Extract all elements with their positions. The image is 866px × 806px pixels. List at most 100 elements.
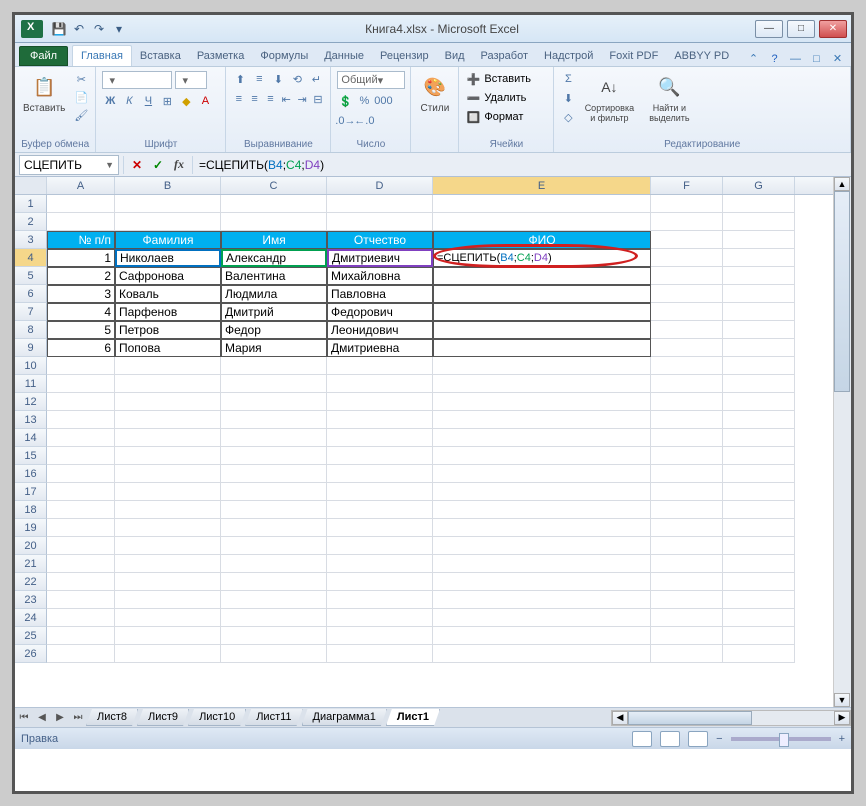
cell-B1[interactable] — [115, 195, 221, 213]
underline-icon[interactable]: Ч — [140, 93, 156, 109]
cell-G4[interactable] — [723, 249, 795, 267]
cells-format-button[interactable]: 🔲Формат — [465, 109, 547, 125]
ribbon-minimize-icon[interactable]: ⌃ — [746, 51, 761, 66]
clear-icon[interactable]: ◇ — [560, 109, 576, 125]
cell-B2[interactable] — [115, 213, 221, 231]
cell-E4[interactable]: =СЦЕПИТЬ(B4;C4;D4) — [433, 249, 651, 267]
redo-icon[interactable]: ↷ — [89, 19, 109, 39]
row-header-7[interactable]: 7 — [15, 303, 47, 321]
v-scroll-thumb[interactable] — [834, 191, 850, 392]
zoom-in-icon[interactable]: + — [839, 733, 845, 745]
zoom-slider[interactable] — [731, 737, 831, 741]
font-size-combo[interactable]: ▾ — [175, 71, 207, 89]
cell-F6[interactable] — [651, 285, 723, 303]
scroll-left-icon[interactable]: ◀ — [612, 711, 628, 725]
decrease-decimal-icon[interactable]: ←.0 — [356, 113, 372, 129]
row-header-17[interactable]: 17 — [15, 483, 47, 501]
comma-icon[interactable]: 000 — [375, 93, 391, 109]
cell-C5[interactable]: Валентина — [221, 267, 327, 285]
increase-decimal-icon[interactable]: .0→ — [337, 113, 353, 129]
cell-D2[interactable] — [327, 213, 433, 231]
cell-G5[interactable] — [723, 267, 795, 285]
tab-review[interactable]: Рецензир — [372, 46, 437, 66]
cell-G3[interactable] — [723, 231, 795, 249]
fill-color-icon[interactable]: ◆ — [178, 93, 194, 109]
cell-D7[interactable]: Федорович — [327, 303, 433, 321]
tab-foxit[interactable]: Foxit PDF — [601, 46, 666, 66]
sheet-nav-first-icon[interactable]: ⏮ — [16, 710, 32, 726]
sheet-nav-prev-icon[interactable]: ◀ — [34, 710, 50, 726]
row-header-14[interactable]: 14 — [15, 429, 47, 447]
decrease-indent-icon[interactable]: ⇤ — [280, 91, 293, 107]
row-header-13[interactable]: 13 — [15, 411, 47, 429]
sheet-nav-next-icon[interactable]: ▶ — [52, 710, 68, 726]
row-header-12[interactable]: 12 — [15, 393, 47, 411]
cells-insert-button[interactable]: ➕Вставить — [465, 71, 547, 87]
cell-G9[interactable] — [723, 339, 795, 357]
scroll-down-icon[interactable]: ▼ — [834, 693, 850, 707]
row-header-6[interactable]: 6 — [15, 285, 47, 303]
align-left-icon[interactable]: ≡ — [232, 91, 245, 107]
align-top-icon[interactable]: ⬆ — [232, 71, 248, 87]
row-header-16[interactable]: 16 — [15, 465, 47, 483]
zoom-out-icon[interactable]: − — [716, 733, 722, 745]
cell-D8[interactable]: Леонидович — [327, 321, 433, 339]
row-header-25[interactable]: 25 — [15, 627, 47, 645]
row-header-8[interactable]: 8 — [15, 321, 47, 339]
scroll-right-icon[interactable]: ▶ — [834, 711, 850, 725]
doc-restore-icon[interactable]: □ — [809, 51, 824, 66]
cell-D3[interactable]: Отчество — [327, 231, 433, 249]
sheet-tab-1[interactable]: Лист1 — [386, 709, 440, 726]
cell-C7[interactable]: Дмитрий — [221, 303, 327, 321]
font-color-icon[interactable]: A — [197, 93, 213, 109]
cell-F2[interactable] — [651, 213, 723, 231]
cell-E7[interactable] — [433, 303, 651, 321]
cell-C4[interactable]: Александр — [221, 249, 327, 267]
col-header-C[interactable]: C — [221, 177, 327, 194]
cell-A1[interactable] — [47, 195, 115, 213]
close-button[interactable]: ✕ — [819, 20, 847, 38]
row-header-4[interactable]: 4 — [15, 249, 47, 267]
undo-icon[interactable]: ↶ — [69, 19, 89, 39]
cell-D6[interactable]: Павловна — [327, 285, 433, 303]
merge-cells-icon[interactable]: ⊟ — [312, 91, 325, 107]
cell-F1[interactable] — [651, 195, 723, 213]
tab-home[interactable]: Главная — [72, 45, 132, 66]
insert-function-icon[interactable]: fx — [170, 156, 188, 174]
cell-E1[interactable] — [433, 195, 651, 213]
vertical-scrollbar[interactable]: ▲ ▼ — [833, 177, 851, 707]
maximize-button[interactable]: □ — [787, 20, 815, 38]
cell-G1[interactable] — [723, 195, 795, 213]
name-box-dropdown-icon[interactable]: ▼ — [105, 160, 114, 170]
cell-G6[interactable] — [723, 285, 795, 303]
paste-button[interactable]: 📋 Вставить — [21, 71, 67, 116]
tab-insert[interactable]: Вставка — [132, 46, 189, 66]
cell-D9[interactable]: Дмитриевна — [327, 339, 433, 357]
cell-E9[interactable] — [433, 339, 651, 357]
cell-C2[interactable] — [221, 213, 327, 231]
tab-abbyy[interactable]: ABBYY PD — [666, 46, 737, 66]
row-header-26[interactable]: 26 — [15, 645, 47, 663]
cell-B6[interactable]: Коваль — [115, 285, 221, 303]
sheet-tab-11[interactable]: Лист11 — [245, 709, 302, 726]
minimize-button[interactable]: — — [755, 20, 783, 38]
save-icon[interactable]: 💾 — [49, 19, 69, 39]
cell-G7[interactable] — [723, 303, 795, 321]
cell-A9[interactable]: 6 — [47, 339, 115, 357]
horizontal-scrollbar[interactable]: ◀ ▶ — [611, 710, 851, 726]
cell-C1[interactable] — [221, 195, 327, 213]
row-header-19[interactable]: 19 — [15, 519, 47, 537]
cells-delete-button[interactable]: ➖Удалить — [465, 90, 547, 106]
row-header-5[interactable]: 5 — [15, 267, 47, 285]
find-select-button[interactable]: 🔍 Найти и выделить — [642, 71, 696, 125]
row-header-23[interactable]: 23 — [15, 591, 47, 609]
formula-input[interactable]: =СЦЕПИТЬ(B4;C4;D4) — [193, 158, 851, 172]
help-icon[interactable]: ? — [767, 51, 782, 66]
align-bottom-icon[interactable]: ⬇ — [270, 71, 286, 87]
align-right-icon[interactable]: ≡ — [264, 91, 277, 107]
border-icon[interactable]: ⊞ — [159, 93, 175, 109]
currency-icon[interactable]: 💲 — [337, 93, 353, 109]
cell-F8[interactable] — [651, 321, 723, 339]
cell-C3[interactable]: Имя — [221, 231, 327, 249]
tab-view[interactable]: Вид — [437, 46, 473, 66]
